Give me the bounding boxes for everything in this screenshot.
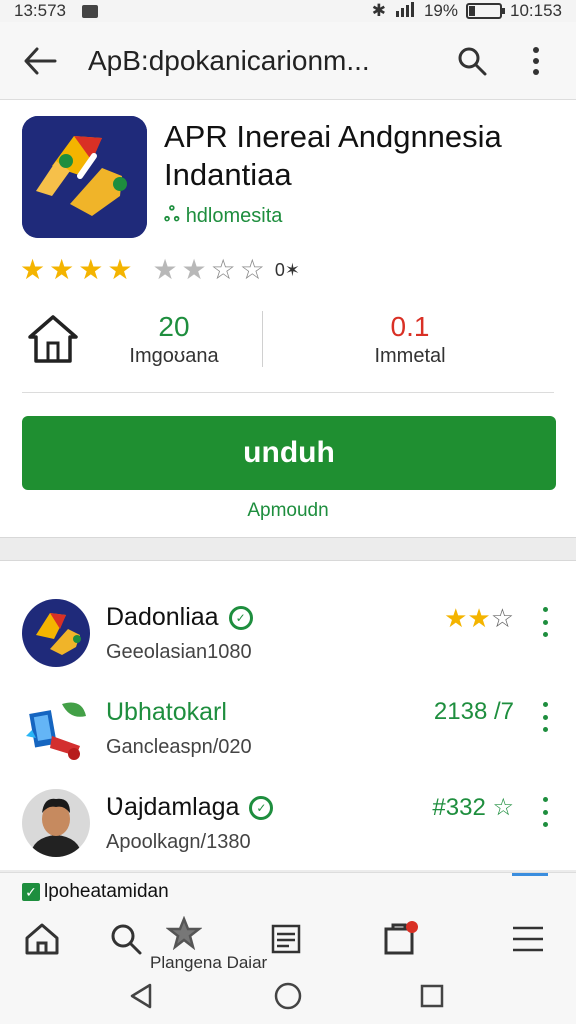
stat-value: 0.1 <box>390 311 430 342</box>
stat-label: Imgoʊana <box>129 345 219 367</box>
overflow-menu-icon[interactable] <box>514 39 558 83</box>
star-nav-icon[interactable] <box>164 913 204 953</box>
stat-downloads: 20 Imgoʊana <box>104 311 244 368</box>
star-icon: ★ <box>78 254 104 285</box>
recents-square-icon[interactable] <box>416 980 448 1012</box>
bottom-navigation: ✓ lpoheatamidan Plangena Daiar <box>0 872 576 972</box>
install-button[interactable]: unduh <box>22 416 556 490</box>
star-icon: ★ <box>444 603 468 633</box>
house-icon <box>26 313 80 365</box>
app-avatar <box>22 599 90 667</box>
battery-icon <box>466 3 505 19</box>
status-clock-right: 10:153 <box>510 1 562 20</box>
developer-name: hdlomesita <box>185 205 283 227</box>
list-item-meta: Gancleaspn/020 <box>106 736 252 758</box>
user-avatar <box>22 789 90 857</box>
item-rating-text: 2138 /7 <box>433 698 514 725</box>
rating-stars: ★ ★ ★ ★ ★ ★ ☆ ☆ 0✶ <box>20 255 300 285</box>
app-avatar <box>22 694 90 762</box>
list-item-meta: Geeolasian1080 <box>106 641 252 663</box>
battery-percent: 19% <box>423 1 458 20</box>
back-triangle-icon[interactable] <box>126 980 158 1012</box>
rating-text: 0✶ <box>274 259 300 280</box>
star-outline-icon: ☆ <box>490 603 514 633</box>
wifi-signal-icon <box>394 1 416 22</box>
secondary-link[interactable]: Apmoudn <box>0 500 576 522</box>
stats-divider <box>262 311 263 367</box>
verified-icon: ✓ <box>228 605 253 630</box>
star-icon: ★ <box>20 254 46 285</box>
status-right: ✱ 19% 10:153 <box>372 1 562 22</box>
app-header-card: APR Inereai Andgnnesia Indantiaa ஃ hdlom… <box>0 100 576 538</box>
list-item-meta: Apoolkagn/1380 <box>106 831 251 853</box>
stats-row: 20 Imgoʊana 0.1 Immetal <box>0 305 576 385</box>
list-item-name: Ubhatokarl <box>106 698 227 727</box>
status-bar: 13:573 ✱ 19% 10:153 <box>0 0 576 22</box>
star-icon: ★ <box>181 254 207 285</box>
search-nav-icon[interactable] <box>106 919 146 959</box>
more-options-icon[interactable] <box>540 607 550 637</box>
notification-icon <box>82 4 98 18</box>
list-item-name: Ʋajdamlaga ✓ <box>106 793 274 822</box>
home-circle-icon[interactable] <box>272 980 304 1012</box>
more-options-icon[interactable] <box>540 702 550 732</box>
snackbar-text: lpoheatamidan <box>44 881 169 902</box>
app-bar-title: ApB:dpokanicarionm... <box>88 44 370 76</box>
list-item[interactable]: Dadonliaa ✓ Geeolasian1080 ★ ★ ☆ <box>0 581 576 673</box>
checkbox-icon[interactable]: ✓ <box>22 883 40 901</box>
item-title: Dadonliaa <box>106 603 219 631</box>
list-nav-icon[interactable] <box>266 919 306 959</box>
developer-link[interactable]: ஃ hdlomesita <box>164 204 282 229</box>
stat-value: 20 <box>158 311 190 342</box>
status-time: 13:573 <box>14 1 66 20</box>
app-icon <box>22 116 147 238</box>
star-icon: ★ <box>467 603 491 633</box>
item-rating-text: #332 ☆ <box>432 794 514 821</box>
menu-icon[interactable] <box>508 919 548 959</box>
list-item[interactable]: Ʋajdamlaga ✓ Apoolkagn/1380 #332 ☆ <box>0 771 576 863</box>
scroll-indicator <box>512 873 548 876</box>
star-icon: ★ <box>152 254 178 285</box>
star-icon: ★ <box>107 254 133 285</box>
star-icon: ★ <box>49 254 75 285</box>
bluetooth-icon: ✱ <box>371 1 386 20</box>
system-navigation-bar <box>0 972 576 1024</box>
divider <box>22 392 554 393</box>
item-title: Ubhatokarl <box>106 698 227 726</box>
app-bar: ApB:dpokanicarionm... <box>0 22 576 100</box>
item-rating: ★ ★ ☆ <box>444 603 514 634</box>
stat-size: 0.1 Immetal <box>340 311 480 368</box>
snackbar: ✓ lpoheatamidan <box>22 881 169 903</box>
list-item[interactable]: Ubhatokarl Gancleaspn/020 2138 /7 <box>0 676 576 768</box>
developer-icon: ஃ <box>164 204 180 226</box>
stat-label: Immetal <box>374 345 446 367</box>
search-icon[interactable] <box>450 39 494 83</box>
related-apps-list: Dadonliaa ✓ Geeolasian1080 ★ ★ ☆ Ubhatok… <box>0 560 576 870</box>
app-name: APR Inereai Andgnnesia Indantiaa <box>164 119 502 192</box>
star-outline-icon: ☆ <box>239 254 265 285</box>
back-arrow-icon[interactable] <box>18 39 62 83</box>
bottom-nav-label: Plangena Daiar <box>150 953 268 972</box>
item-title: Ʋajdamlaga <box>106 793 240 821</box>
more-options-icon[interactable] <box>540 797 550 827</box>
bag-nav-icon[interactable] <box>380 919 420 959</box>
star-outline-icon: ☆ <box>210 254 236 285</box>
list-item-name: Dadonliaa ✓ <box>106 603 253 632</box>
home-icon[interactable] <box>22 919 62 959</box>
verified-icon: ✓ <box>249 795 274 820</box>
